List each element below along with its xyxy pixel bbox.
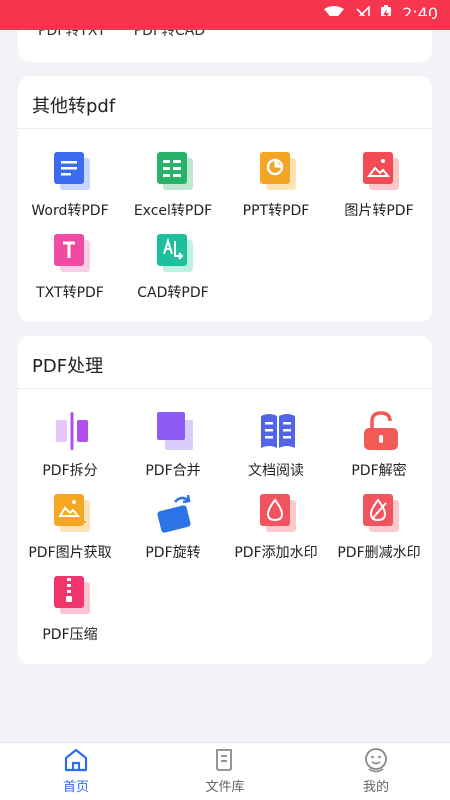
image-extract-icon (54, 494, 90, 532)
tool-label: PDF图片获取 (28, 545, 112, 561)
compress-zip-icon (54, 576, 90, 614)
tab-label: 我的 (362, 780, 389, 795)
image-file-icon (363, 152, 399, 190)
tool-label: 文档阅读 (248, 463, 304, 479)
tool-label: 图片转PDF (344, 203, 414, 219)
unlock-icon (364, 411, 398, 450)
word-doc-icon (54, 152, 90, 190)
tool-txt-to-pdf[interactable]: TXT转PDF (18, 232, 122, 312)
tool-doc-reading[interactable]: 文档阅读 (224, 410, 328, 490)
tool-pdf-compress[interactable]: PDF压缩 (18, 574, 122, 654)
excel-sheet-icon (157, 152, 193, 190)
profile-face-icon (365, 748, 387, 773)
tab-file-library[interactable]: 文件库 (165, 747, 285, 795)
tool-cad-to-pdf[interactable]: CAD转PDF (121, 232, 225, 312)
home-icon (64, 748, 88, 772)
section-title-pdf: PDF处理 (32, 356, 104, 377)
tool-ppt-to-pdf[interactable]: PPT转PDF (224, 150, 328, 230)
tool-pdf-split[interactable]: PDF拆分 (18, 410, 122, 490)
other-to-pdf-card: 其他转pdf Word转PDF Excel转PDF PPT转PDF 图片转PDF… (18, 76, 432, 322)
tool-label: PDF合并 (145, 463, 201, 479)
tab-mine[interactable]: 我的 (316, 747, 436, 795)
tool-label: PDF压缩 (42, 627, 98, 643)
tool-pdf-merge[interactable]: PDF合并 (121, 410, 225, 490)
bottom-tab-bar: 首页 文件库 我的 (0, 742, 450, 800)
tab-label: 首页 (62, 780, 89, 795)
top-card-partial: PDF转TXT PDF转CAD (18, 16, 432, 62)
tool-label: PDF删减水印 (337, 545, 421, 561)
rotate-icon (157, 494, 191, 533)
tool-label: PDF解密 (351, 463, 407, 479)
add-watermark-icon (260, 494, 296, 532)
tool-label: PPT转PDF (242, 203, 310, 219)
tool-pdf-image-extract[interactable]: PDF图片获取 (18, 492, 122, 572)
tool-pdf-remove-watermark[interactable]: PDF删减水印 (327, 492, 431, 572)
tool-label: PDF拆分 (42, 463, 98, 479)
file-library-icon (216, 749, 232, 771)
remove-watermark-icon (363, 494, 399, 532)
tool-excel-to-pdf[interactable]: Excel转PDF (121, 150, 225, 230)
tool-label: Word转PDF (31, 203, 109, 219)
ppt-slide-icon (260, 152, 296, 190)
tool-label: CAD转PDF (137, 285, 209, 301)
tool-pdf-rotate[interactable]: PDF旋转 (121, 492, 225, 572)
tool-label: PDF添加水印 (234, 545, 318, 561)
tool-image-to-pdf[interactable]: 图片转PDF (327, 150, 431, 230)
split-icon (56, 412, 88, 450)
tool-word-to-pdf[interactable]: Word转PDF (18, 150, 122, 230)
tab-home[interactable]: 首页 (16, 747, 136, 795)
tool-pdf-add-watermark[interactable]: PDF添加水印 (224, 492, 328, 572)
cad-file-icon (157, 234, 193, 272)
tool-label: Excel转PDF (133, 203, 213, 219)
pdf-processing-card: PDF处理 PDF拆分 PDF合并 文档阅读 PDF解密 PDF图片获取 PDF… (18, 336, 432, 664)
txt-file-icon (54, 234, 90, 272)
tool-pdf-decrypt[interactable]: PDF解密 (327, 410, 431, 490)
book-read-icon (261, 414, 295, 448)
tool-label: PDF旋转 (145, 545, 201, 561)
section-title-other: 其他转pdf (32, 96, 116, 117)
tab-label: 文件库 (205, 780, 245, 795)
tool-label: TXT转PDF (36, 285, 104, 301)
merge-icon (157, 412, 193, 450)
